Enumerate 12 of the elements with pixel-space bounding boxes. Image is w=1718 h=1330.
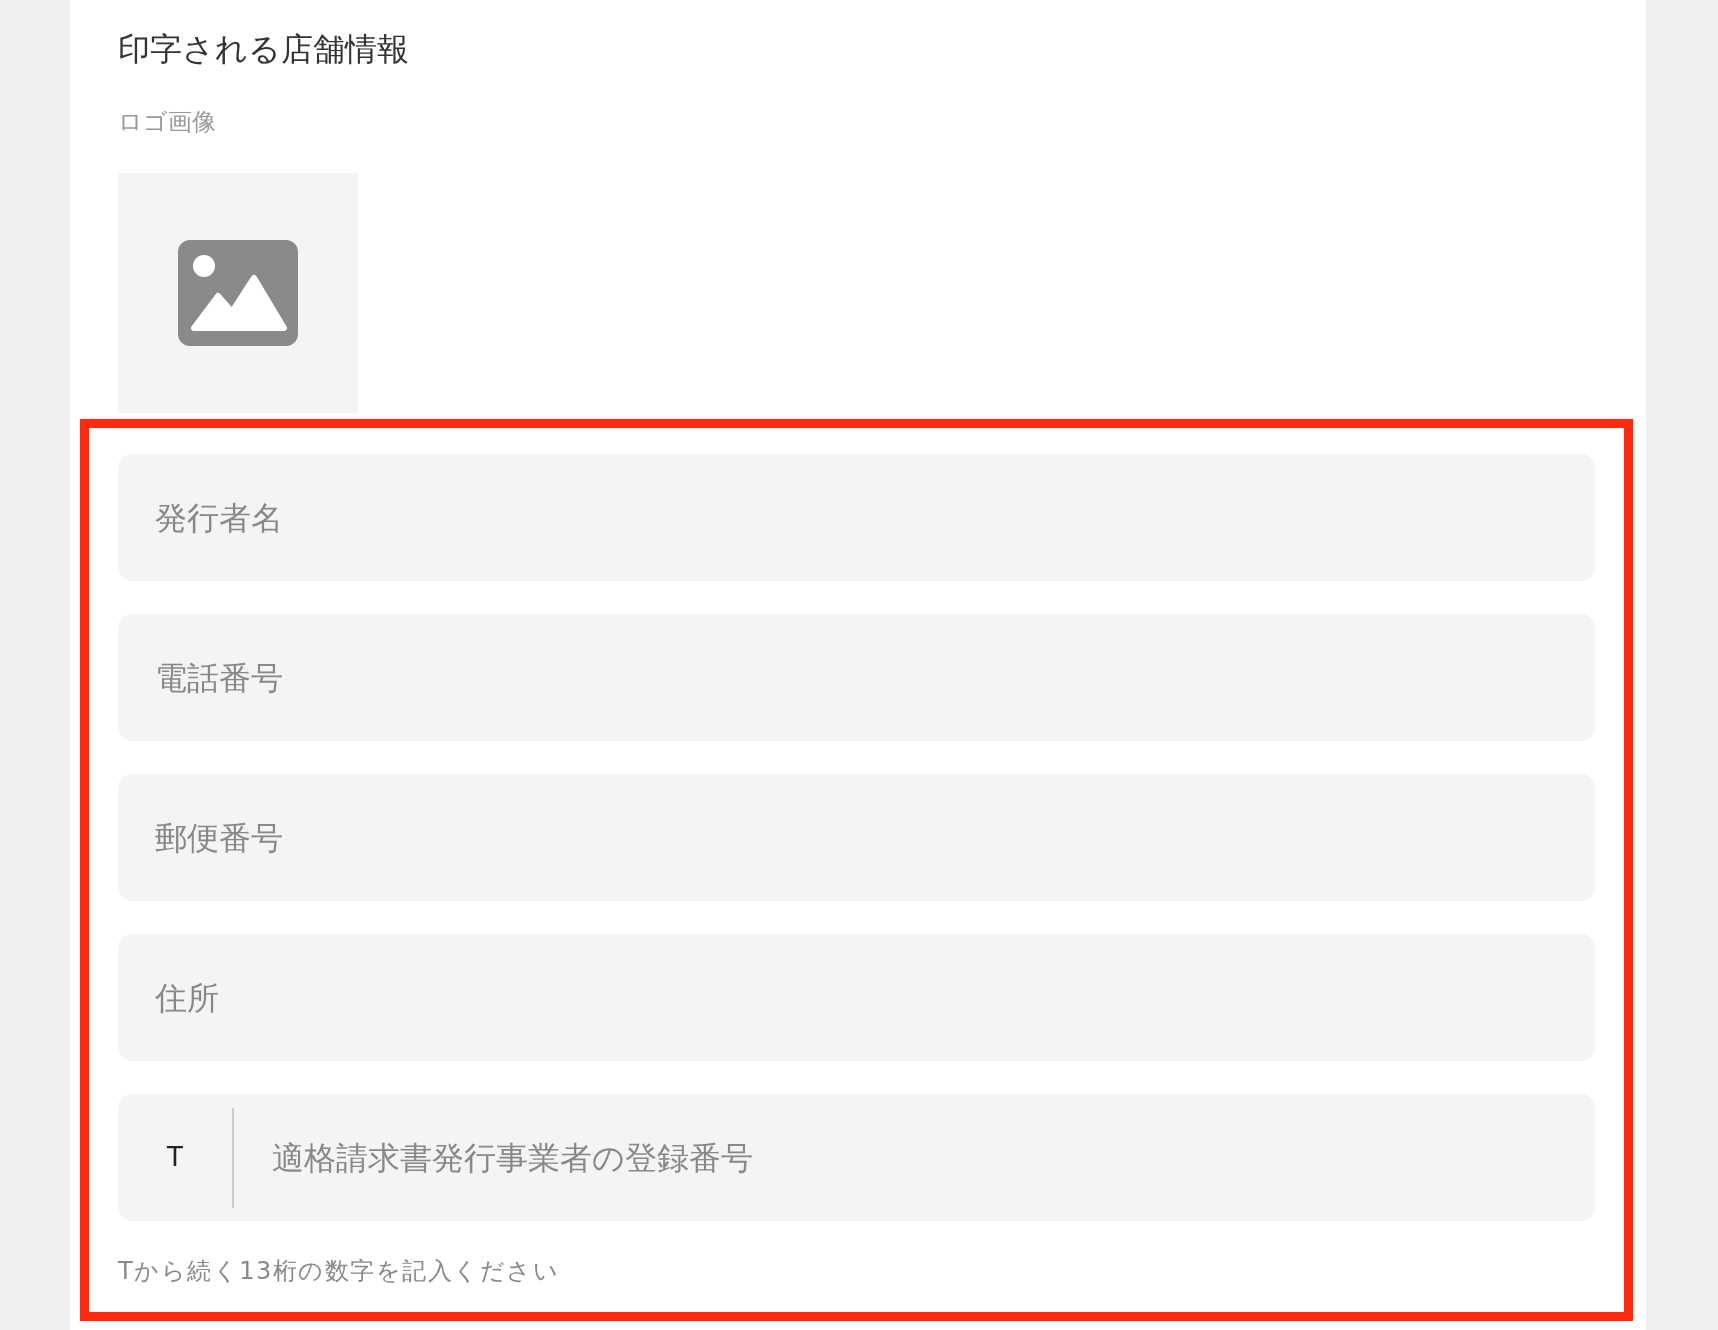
text-input[interactable]: 適格請求書発行事業者の登録番号 [234,1094,1595,1222]
input-field[interactable]: 発行者名 [118,454,1595,582]
prefix-label: T [166,1141,184,1175]
input-field[interactable]: T 適格請求書発行事業者の登録番号 [118,1094,1595,1222]
image-placeholder-icon [178,240,298,347]
logo-upload-area[interactable] [118,173,358,414]
help-text: Tから続く13桁の数字を記入ください [118,1257,561,1286]
input-field[interactable]: 電話番号 [118,614,1595,742]
input-field[interactable]: 住所 [118,934,1595,1062]
logo-label: ロゴ画像 [118,108,217,138]
input-field[interactable]: 郵便番号 [118,774,1595,902]
section-title: 印字される店舗情報 [118,30,410,69]
